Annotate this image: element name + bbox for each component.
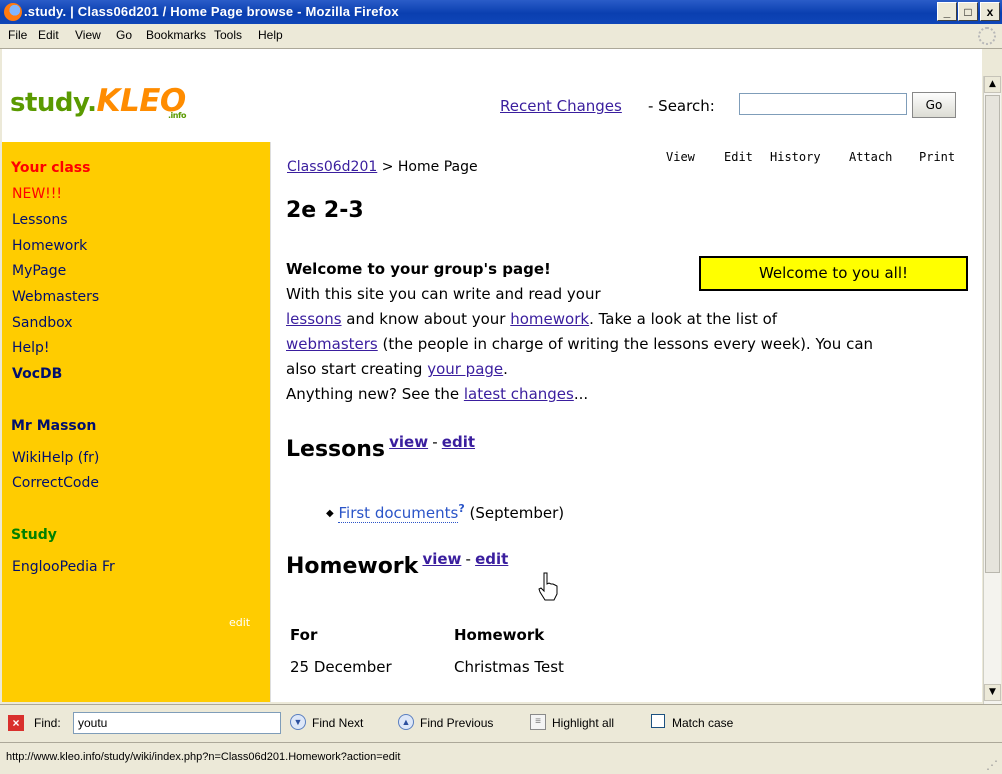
find-previous-button[interactable]: Find Previous (420, 716, 493, 730)
search-input[interactable] (739, 93, 907, 115)
welcome-line-5: Anything new? See the latest changes... (286, 385, 589, 403)
close-find-bar-icon[interactable]: × (8, 715, 24, 731)
list-item: ◆ First documents? (September) (326, 502, 565, 523)
action-edit[interactable]: Edit (724, 150, 753, 164)
table-cell-date: 25 December (290, 658, 392, 676)
find-input[interactable] (73, 712, 281, 734)
homework-link[interactable]: homework (510, 310, 589, 328)
welcome-box: Welcome to you all! (699, 256, 968, 291)
homework-heading: Homework (286, 554, 419, 579)
first-documents-link[interactable]: First documents (338, 504, 459, 523)
welcome-line-2: lessons and know about your homework. Ta… (286, 310, 778, 328)
page-title: 2e 2-3 (286, 198, 364, 223)
table-cell-homework: Christmas Test (454, 658, 564, 676)
breadcrumb: Class06d201 > Home Page (287, 159, 478, 175)
find-next-icon[interactable]: ▼ (290, 714, 306, 730)
site-logo[interactable]: study.KLEO .info (10, 83, 186, 120)
highlight-all-button[interactable]: Highlight all (552, 716, 614, 730)
menu-bookmarks[interactable]: Bookmarks (146, 28, 206, 42)
search-label: - Search: (648, 97, 715, 115)
welcome-heading: Welcome to your group's page! (286, 260, 551, 278)
menu-help[interactable]: Help (258, 28, 283, 42)
throbber-icon (978, 27, 996, 45)
main-content: View Edit History Attach Print Class06d2… (270, 142, 982, 702)
highlight-icon[interactable]: ≡ (530, 714, 546, 730)
bullet-icon: ◆ (326, 508, 334, 519)
sidebar-heading-mr-masson: Mr Masson (11, 418, 97, 434)
scroll-down-arrow-icon[interactable]: ▼ (984, 684, 1001, 701)
menu-view[interactable]: View (75, 28, 101, 42)
recent-changes-link[interactable]: Recent Changes (500, 97, 622, 115)
minimize-button[interactable]: _ (937, 2, 957, 21)
menu-go[interactable]: Go (116, 28, 132, 42)
latest-changes-link[interactable]: latest changes (464, 385, 574, 403)
lessons-view-link[interactable]: view (389, 433, 428, 451)
scroll-thumb[interactable] (985, 95, 1000, 573)
find-label: Find: (34, 716, 61, 730)
your-page-link[interactable]: your page (427, 360, 503, 378)
action-view[interactable]: View (666, 150, 695, 164)
menu-file[interactable]: File (8, 28, 27, 42)
find-previous-icon[interactable]: ▲ (398, 714, 414, 730)
logo-area: study.KLEO .info (2, 49, 270, 142)
homework-section-heading: Homework view - edit (286, 550, 509, 579)
go-button[interactable]: Go (912, 92, 956, 118)
sidebar-edit-link[interactable]: edit (229, 616, 250, 629)
breadcrumb-current: Home Page (397, 159, 478, 175)
menu-bar: File Edit View Go Bookmarks Tools Help (0, 24, 1002, 49)
sidebar-item-help[interactable]: Help! (12, 340, 50, 356)
hand-cursor-icon (538, 572, 558, 601)
welcome-line-3: webmasters (the people in charge of writ… (286, 335, 874, 353)
close-button[interactable]: x (980, 2, 1000, 21)
sidebar-heading-your-class: Your class (11, 160, 91, 176)
table-header-for: For (290, 626, 318, 644)
lessons-heading: Lessons (286, 437, 385, 462)
sidebar-item-homework[interactable]: Homework (12, 238, 87, 254)
status-url: http://www.kleo.info/study/wiki/index.ph… (6, 751, 401, 763)
webmasters-link[interactable]: webmasters (286, 335, 378, 353)
sidebar-heading-study: Study (11, 527, 57, 543)
homework-edit-link[interactable]: edit (475, 550, 508, 568)
window-title: .study. | Class06d201 / Home Page browse… (24, 4, 399, 19)
find-bar: × Find: ▼ Find Next ▲ Find Previous ≡ Hi… (0, 704, 1002, 743)
match-case-label[interactable]: Match case (672, 716, 733, 730)
sidebar-item-webmasters[interactable]: Webmasters (12, 289, 99, 305)
status-bar: http://www.kleo.info/study/wiki/index.ph… (0, 742, 1002, 774)
sidebar-item-new[interactable]: NEW!!! (12, 186, 62, 202)
firefox-icon (4, 3, 22, 21)
menu-tools[interactable]: Tools (214, 28, 242, 42)
sidebar-item-correctcode[interactable]: CorrectCode (12, 475, 99, 491)
homework-view-link[interactable]: view (422, 550, 461, 568)
lessons-section-heading: Lessons view - edit (286, 433, 476, 462)
lessons-edit-link[interactable]: edit (442, 433, 475, 451)
breadcrumb-group-link[interactable]: Class06d201 (287, 159, 377, 175)
vertical-scrollbar[interactable]: ▲ ▼ (983, 76, 1001, 704)
action-print[interactable]: Print (919, 150, 955, 164)
welcome-line-4: also start creating your page. (286, 360, 508, 378)
page-viewport: study.KLEO .info Recent Changes - Search:… (2, 49, 982, 702)
sidebar-item-vocdb[interactable]: VocDB (12, 366, 62, 382)
menu-edit[interactable]: Edit (38, 28, 59, 42)
action-attach[interactable]: Attach (849, 150, 892, 164)
table-header-homework: Homework (454, 626, 545, 644)
sidebar-item-engloopedia[interactable]: EnglooPedia Fr (12, 559, 115, 575)
window-titlebar: .study. | Class06d201 / Home Page browse… (0, 0, 1002, 24)
sidebar-item-mypage[interactable]: MyPage (12, 263, 66, 279)
scroll-up-arrow-icon[interactable]: ▲ (984, 76, 1001, 93)
sidebar: Your class NEW!!! Lessons Homework MyPag… (2, 142, 270, 702)
maximize-button[interactable]: □ (958, 2, 978, 21)
action-history[interactable]: History (770, 150, 821, 164)
sidebar-item-lessons[interactable]: Lessons (12, 212, 68, 228)
sidebar-item-wikihelp[interactable]: WikiHelp (fr) (12, 450, 99, 466)
find-next-button[interactable]: Find Next (312, 716, 363, 730)
resize-grip-icon[interactable]: ⋰ (986, 758, 998, 772)
lessons-link[interactable]: lessons (286, 310, 342, 328)
sidebar-item-sandbox[interactable]: Sandbox (12, 315, 73, 331)
welcome-line-1: With this site you can write and read yo… (286, 285, 601, 303)
match-case-checkbox[interactable] (651, 714, 665, 728)
